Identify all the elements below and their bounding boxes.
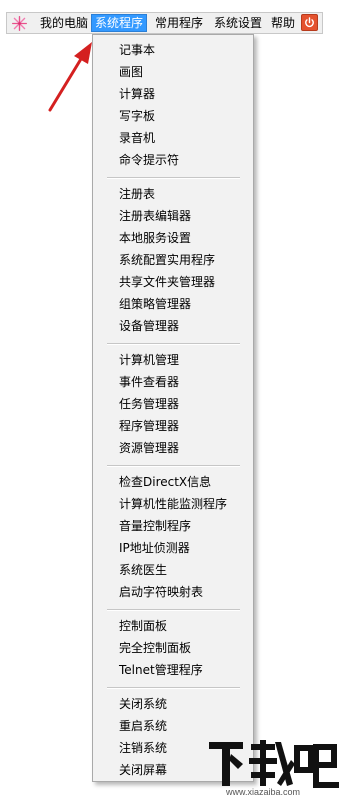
menu-item-computer-management[interactable]: 计算机管理: [119, 351, 179, 369]
watermark-url: www.xiazaiba.com: [226, 787, 301, 797]
menu-separator: [107, 177, 240, 179]
menu-item-command-prompt[interactable]: 命令提示符: [119, 151, 179, 169]
close-button[interactable]: [301, 14, 318, 31]
menu-my-computer[interactable]: 我的电脑: [37, 15, 91, 31]
menu-item-registry-editor[interactable]: 注册表编辑器: [119, 207, 191, 225]
menu-item-msconfig[interactable]: 系统配置实用程序: [119, 251, 215, 269]
menu-separator: [107, 465, 240, 467]
menu-item-directx-diag[interactable]: 检查DirectX信息: [119, 473, 211, 491]
menu-item-program-manager[interactable]: 程序管理器: [119, 417, 179, 435]
menu-item-registry[interactable]: 注册表: [119, 185, 155, 203]
menu-item-calculator[interactable]: 计算器: [119, 85, 155, 103]
menu-item-control-panel[interactable]: 控制面板: [119, 617, 167, 635]
menu-item-shutdown[interactable]: 关闭系统: [119, 695, 167, 713]
menu-common-programs[interactable]: 常用程序: [152, 15, 206, 31]
system-programs-dropdown: 记事本 画图 计算器 写字板 录音机 命令提示符 注册表 注册表编辑器 本地服务…: [92, 34, 254, 782]
menu-item-paint[interactable]: 画图: [119, 63, 143, 81]
menu-item-shared-folders[interactable]: 共享文件夹管理器: [119, 273, 215, 291]
menu-item-system-doctor[interactable]: 系统医生: [119, 561, 167, 579]
menu-item-volume-control[interactable]: 音量控制程序: [119, 517, 191, 535]
menu-system-settings[interactable]: 系统设置: [211, 15, 265, 31]
menu-item-task-manager[interactable]: 任务管理器: [119, 395, 179, 413]
menu-item-device-manager[interactable]: 设备管理器: [119, 317, 179, 335]
menu-separator: [107, 609, 240, 611]
menu-item-restart[interactable]: 重启系统: [119, 717, 167, 735]
menu-item-wordpad[interactable]: 写字板: [119, 107, 155, 125]
menu-item-full-control-panel[interactable]: 完全控制面板: [119, 639, 191, 657]
menu-system-programs[interactable]: 系统程序: [90, 14, 148, 32]
menu-item-event-viewer[interactable]: 事件查看器: [119, 373, 179, 391]
menu-help[interactable]: 帮助: [268, 15, 298, 31]
menu-item-sound-recorder[interactable]: 录音机: [119, 129, 155, 147]
menu-item-telnet-manager[interactable]: Telnet管理程序: [119, 661, 203, 679]
menu-item-group-policy[interactable]: 组策略管理器: [119, 295, 191, 313]
menu-item-screen-off[interactable]: 关闭屏幕: [119, 761, 167, 779]
menu-separator: [107, 687, 240, 689]
pinwheel-icon[interactable]: [11, 15, 28, 32]
menu-item-ip-detector[interactable]: IP地址侦测器: [119, 539, 190, 557]
menu-item-character-map[interactable]: 启动字符映射表: [119, 583, 203, 601]
menu-item-logoff[interactable]: 注销系统: [119, 739, 167, 757]
red-arrow-icon: [48, 42, 92, 112]
power-icon: [305, 17, 314, 28]
menu-item-perf-monitor[interactable]: 计算机性能监测程序: [119, 495, 227, 513]
menu-item-notepad[interactable]: 记事本: [119, 41, 155, 59]
menu-separator: [107, 343, 240, 345]
menu-item-local-services[interactable]: 本地服务设置: [119, 229, 191, 247]
menu-item-explorer[interactable]: 资源管理器: [119, 439, 179, 457]
menu-bar: 我的电脑 系统程序 常用程序 系统设置 帮助: [6, 12, 323, 34]
